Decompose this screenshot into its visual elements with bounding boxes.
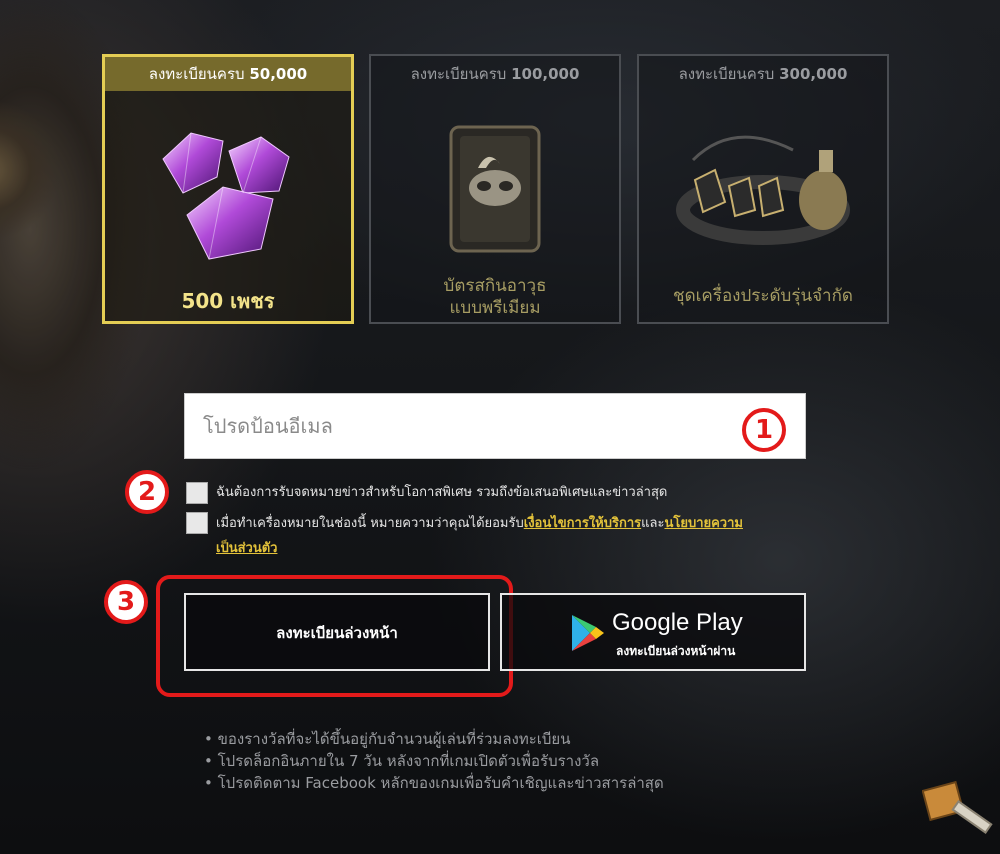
scroll-top-hammer-icon[interactable] — [922, 776, 994, 848]
terms-label-text: เมื่อทำเครื่องหมายในช่องนี้ หมายความว่าค… — [216, 516, 524, 531]
privacy-policy-link-cont[interactable]: เป็นส่วนตัว — [216, 541, 277, 556]
reward-threshold-number: 100,000 — [511, 65, 580, 83]
terms-checkbox[interactable] — [186, 512, 208, 534]
step-marker-2: 2 — [125, 470, 169, 514]
reward-title: ชุดเครื่องประดับรุ่นจำกัด — [673, 286, 853, 306]
mask-card-icon — [449, 125, 541, 253]
step-marker-1: 1 — [742, 408, 786, 452]
reward-title-line2: แบบพรีเมียม — [449, 298, 541, 318]
terms-of-service-link[interactable]: เงื่อนไขการให้บริการ — [524, 516, 641, 531]
reward-card-50000: ลงทะเบียนครบ 50,000 500 เพชร — [102, 54, 354, 324]
reward-threshold-number: 50,000 — [249, 65, 308, 83]
email-input[interactable] — [184, 393, 806, 459]
reward-title: 500 เพชร — [181, 289, 275, 313]
privacy-policy-link[interactable]: นโยบายความ — [664, 516, 743, 531]
necklace-ring-icon — [676, 135, 850, 245]
google-play-brand: Google Play — [612, 609, 743, 636]
step-marker-3: 3 — [104, 580, 148, 624]
notes-list: ของรางวัลที่จะได้ขึ้นอยู่กับจำนวนผู้เล่น… — [204, 728, 664, 794]
google-play-subtitle: ลงทะเบียนล่วงหน้าผ่าน — [616, 644, 736, 658]
note-item: โปรดติดตาม Facebook หลักของเกมเพื่อรับคำ… — [204, 772, 664, 794]
reward-threshold-label: ลงทะเบียนครบ — [410, 65, 507, 83]
google-play-icon — [572, 615, 604, 651]
pre-register-button[interactable]: ลงทะเบียนล่วงหน้า — [184, 593, 490, 671]
note-item: โปรดล็อกอินภายใน 7 วัน หลังจากที่เกมเปิด… — [204, 750, 664, 772]
terms-label-and: และ — [641, 516, 665, 531]
privacy-policy-link-cont-wrap: เป็นส่วนตัว — [216, 537, 277, 560]
reward-card-100000: ลงทะเบียนครบ 100,000 บัตรสกินอาวุธ แบบพร… — [369, 54, 621, 324]
reward-card-header: ลงทะเบียนครบ 100,000 — [371, 56, 619, 92]
newsletter-checkbox[interactable] — [186, 482, 208, 504]
reward-threshold-label: ลงทะเบียนครบ — [678, 65, 775, 83]
note-item: ของรางวัลที่จะได้ขึ้นอยู่กับจำนวนผู้เล่น… — [204, 728, 664, 750]
reward-card-300000: ลงทะเบียนครบ 300,000 ชุดเครื่องประดับรุ่… — [637, 54, 889, 324]
terms-label: เมื่อทำเครื่องหมายในช่องนี้ หมายความว่าค… — [216, 512, 816, 535]
reward-card-header: ลงทะเบียนครบ 300,000 — [639, 56, 887, 92]
newsletter-label: ฉันต้องการรับจดหมายข่าวสำหรับโอกาสพิเศษ … — [216, 485, 668, 500]
reward-threshold-label: ลงทะเบียนครบ — [148, 65, 245, 83]
reward-card-header: ลงทะเบียนครบ 50,000 — [105, 57, 351, 91]
diamond-icon — [162, 132, 290, 260]
google-play-button[interactable]: Google Play ลงทะเบียนล่วงหน้าผ่าน — [500, 593, 806, 671]
reward-threshold-number: 300,000 — [779, 65, 848, 83]
